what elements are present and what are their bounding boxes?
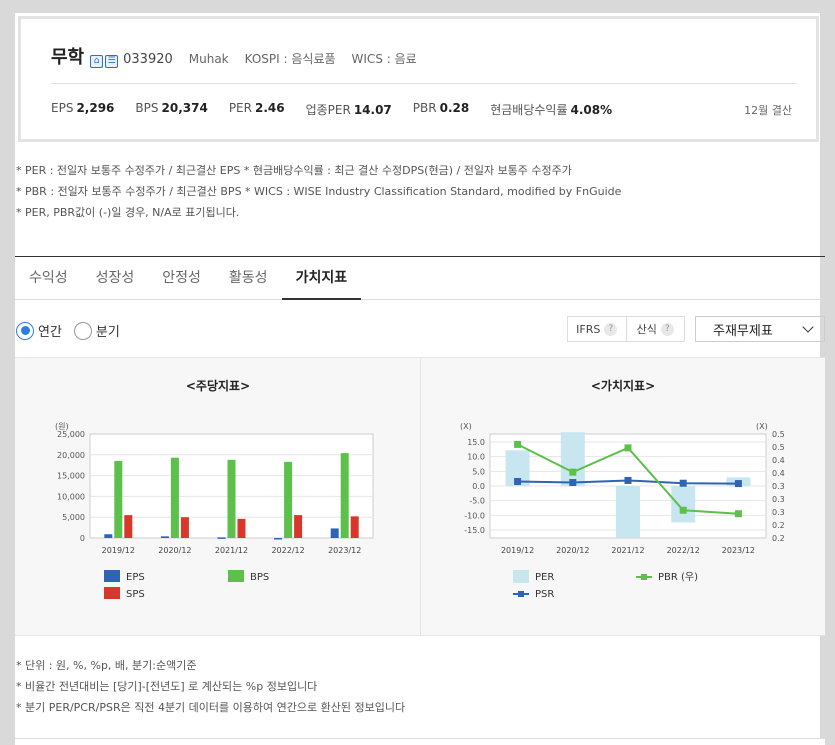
y-right-unit-label: (X) [756, 422, 768, 431]
legend-label: PBR (우) [658, 571, 698, 583]
x-tick-label: 2023/12 [722, 546, 755, 555]
bar-bps [227, 459, 236, 538]
legend-label: BPS [250, 572, 269, 583]
y-left-tick-label: -5.0 [469, 497, 485, 506]
bar-bps [340, 453, 349, 538]
x-tick-label: 2021/12 [215, 546, 248, 555]
bar-per [560, 432, 585, 486]
y-tick-label: 5,000 [62, 513, 85, 522]
bar-per [616, 486, 640, 538]
footnotes: * 단위 : 원, %, %p, 배, 분기:순액기준 * 비율간 전년대비는 … [16, 655, 405, 718]
marker-psr [679, 479, 687, 487]
bottom-table-strip [15, 738, 825, 745]
y-tick-label: 25,000 [57, 430, 85, 439]
chart-canvas: 25,000 20,000 15,000 10,000 5,000 0 (원) 2019/12… [55, 422, 785, 600]
x-tick-label: 2023/12 [328, 546, 361, 555]
marker-psr [624, 476, 632, 484]
bar-sps [124, 515, 133, 538]
y-left-tick-label: 15.0 [467, 438, 485, 447]
y-right-tick-label: 0.2 [772, 534, 785, 543]
y-right-tick-label: 0.3 [772, 495, 785, 504]
x-tick-label: 2020/12 [556, 546, 589, 555]
bar-bps [170, 457, 179, 538]
footnote-line: * 비율간 전년대비는 [당기]-[전년도] 로 계산되는 %p 정보입니다 [16, 680, 318, 693]
x-tick-label: 2019/12 [501, 546, 534, 555]
footnote-line: * 단위 : 원, %, %p, 배, 분기:순액기준 [16, 659, 197, 672]
bar-eps [104, 534, 113, 538]
marker-pbr [569, 468, 577, 476]
marker-pbr [624, 444, 632, 452]
legend-label: PSR [535, 589, 554, 600]
x-tick-label: 2019/12 [102, 546, 135, 555]
bar-eps [330, 528, 339, 538]
y-right-tick-label: 0.3 [772, 482, 785, 491]
y-right-tick-label: 0.2 [772, 521, 785, 530]
y-left-tick-label: 0.0 [472, 482, 485, 491]
y-tick-label: 10,000 [57, 492, 85, 501]
bar-eps [160, 536, 169, 538]
marker-psr [514, 477, 522, 485]
legend-swatch [641, 574, 647, 580]
bar-sps [237, 518, 246, 538]
y-right-tick-label: 0.3 [772, 508, 785, 517]
legend-label: PER [535, 572, 554, 583]
y-left-tick-label: 5.0 [472, 467, 485, 476]
legend-label: SPS [126, 589, 145, 600]
bar-eps [274, 538, 283, 540]
marker-psr [734, 480, 742, 488]
legend-swatch [513, 570, 529, 583]
y-right-tick-label: 0.5 [772, 443, 785, 452]
bar-per [671, 486, 696, 523]
legend-label: EPS [126, 572, 145, 583]
bar-sps [180, 517, 189, 538]
y-right-tick-label: 0.4 [772, 456, 785, 465]
y-tick-label: 15,000 [57, 472, 85, 481]
bar-sps [294, 515, 303, 538]
bar-eps [217, 537, 226, 539]
x-tick-label: 2020/12 [158, 546, 191, 555]
y-left-unit-label: (X) [460, 422, 472, 431]
bar-bps [114, 461, 123, 538]
marker-pbr [514, 440, 522, 448]
x-tick-label: 2022/12 [667, 546, 700, 555]
y-tick-label: 20,000 [57, 451, 85, 460]
y-left-tick-label: -15.0 [464, 526, 485, 535]
x-tick-label: 2022/12 [271, 546, 304, 555]
y-tick-label: 0 [80, 534, 85, 543]
marker-pbr [734, 510, 742, 518]
bar-bps [284, 461, 293, 538]
legend-swatch [518, 591, 524, 597]
legend-swatch [228, 570, 244, 582]
legend-swatch [104, 570, 120, 582]
y-right-tick-label: 0.4 [772, 469, 785, 478]
y-right-tick-label: 0.5 [772, 430, 785, 439]
y-left-tick-label: -10.0 [464, 511, 485, 520]
y-unit-label: (원) [55, 422, 69, 431]
y-left-tick-label: 10.0 [467, 453, 485, 462]
x-tick-label: 2021/12 [611, 546, 644, 555]
legend-swatch [104, 587, 120, 599]
marker-psr [569, 479, 577, 487]
bar-sps [350, 516, 359, 538]
footnote-line: * 분기 PER/PCR/PSR은 직전 4분기 데이터를 이용하여 연간으로 … [16, 701, 406, 714]
marker-pbr [679, 506, 687, 514]
